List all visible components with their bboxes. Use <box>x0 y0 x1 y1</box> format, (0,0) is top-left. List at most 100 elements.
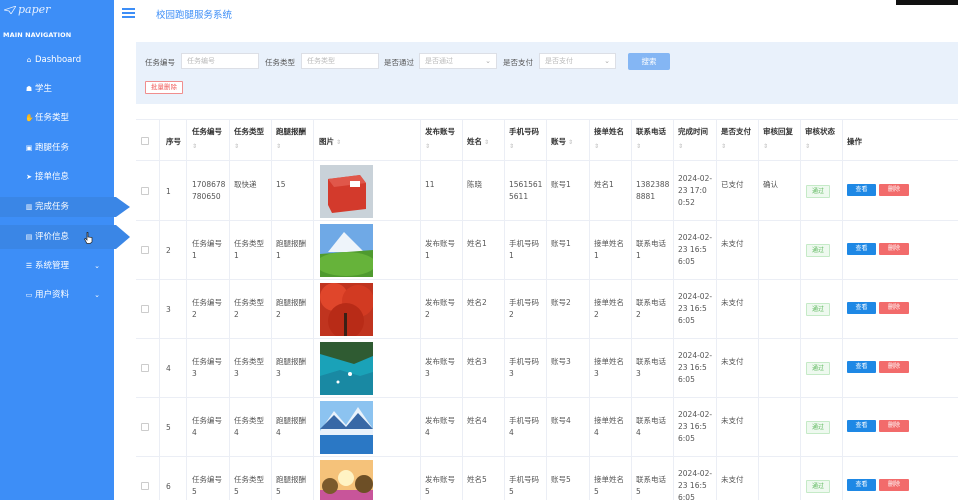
header-paid[interactable]: 是否支付 ⇕ <box>721 126 751 150</box>
sort-icon[interactable]: ⇕ <box>721 143 751 150</box>
view-button[interactable]: 查看 <box>847 479 876 491</box>
cell-name: 陈晓 <box>467 180 482 189</box>
topbar: 校园跑腿服务系统 <box>114 0 958 32</box>
sort-icon[interactable]: ⇕ <box>594 143 624 150</box>
header-finish-time[interactable]: 完成时间 ⇕ <box>678 126 708 150</box>
sidebar-item-system[interactable]: ☰ 系统管理 ⌄ <box>0 256 114 276</box>
table-header: 序号 任务编号 ⇕ 任务类型 ⇕ 跑腿报酬 ⇕ 图片 ⇕ 发布账号 ⇕ 姓名 ⇕ 手机号码 ⇕… <box>136 119 958 161</box>
delete-button[interactable]: 删除 <box>879 184 909 196</box>
paid-label: 是否支付 <box>503 58 533 67</box>
row-checkbox[interactable] <box>141 364 149 372</box>
header-name[interactable]: 姓名 ⇕ <box>467 136 489 147</box>
sort-icon[interactable]: ⇕ <box>568 139 573 146</box>
cell-receiver-name: 姓名1 <box>594 180 614 189</box>
view-button[interactable]: 查看 <box>847 361 876 373</box>
view-button[interactable]: 查看 <box>847 302 876 314</box>
sort-icon[interactable]: ⇕ <box>678 143 708 150</box>
mountain-image[interactable] <box>320 224 373 277</box>
cell-task-no: 任务编号4 <box>192 416 222 437</box>
header-phone[interactable]: 手机号码 ⇕ <box>509 126 539 150</box>
approved-select[interactable]: 是否通过 ⌄ <box>419 53 497 69</box>
delete-button[interactable]: 删除 <box>879 243 909 255</box>
sort-icon[interactable]: ⇕ <box>763 143 793 150</box>
app-logo[interactable]: paper <box>4 3 50 16</box>
sort-icon[interactable]: ⇕ <box>336 139 341 146</box>
row-checkbox[interactable] <box>141 423 149 431</box>
sidebar-item-profile[interactable]: ▭ 用户资料 ⌄ <box>0 285 114 305</box>
select-all-checkbox[interactable] <box>141 137 149 145</box>
cell-task-no: 任务编号1 <box>192 239 222 260</box>
menu-toggle-icon[interactable] <box>122 8 135 18</box>
header-image[interactable]: 图片 ⇕ <box>319 136 341 147</box>
row-checkbox[interactable] <box>141 246 149 254</box>
table-row: 1 1708678780650 取快递 15 11 陈晓 15615615611 账号1 姓名1… <box>136 162 958 221</box>
header-label: 手机号码 <box>509 127 539 136</box>
sidebar-item-dashboard[interactable]: ⌂ Dashboard <box>0 50 114 70</box>
delete-button[interactable]: 删除 <box>879 479 909 491</box>
sort-icon[interactable]: ⇕ <box>192 143 222 150</box>
header-label: 审核回复 <box>763 127 793 136</box>
cell-name: 姓名2 <box>467 298 487 307</box>
view-button[interactable]: 查看 <box>847 184 876 196</box>
row-checkbox[interactable] <box>141 187 149 195</box>
lake-image[interactable] <box>320 401 373 454</box>
header-contact-phone[interactable]: 联系电话 ⇕ <box>636 126 666 150</box>
row-checkbox[interactable] <box>141 305 149 313</box>
header-reward[interactable]: 跑腿报酬 ⇕ <box>276 126 306 150</box>
settings-icon: ☰ <box>25 262 33 270</box>
sort-icon[interactable]: ⇕ <box>636 143 666 150</box>
header-task-type[interactable]: 任务类型 ⇕ <box>234 126 264 150</box>
sidebar-item-reviews[interactable]: ▤ 评价信息 <box>0 225 130 249</box>
sidebar-item-label: 学生 <box>35 84 53 94</box>
task-no-input[interactable]: 任务编号 <box>181 53 259 69</box>
cell-contact-phone: 联系电话3 <box>636 357 666 378</box>
batch-delete-button[interactable]: 批量删除 <box>145 81 183 94</box>
box-image[interactable] <box>320 165 373 218</box>
cell-task-no: 任务编号3 <box>192 357 222 378</box>
view-button[interactable]: 查看 <box>847 243 876 255</box>
header-review-status[interactable]: 审核状态 ⇕ <box>805 126 835 150</box>
header-publisher[interactable]: 发布账号 ⇕ <box>425 126 455 150</box>
sidebar-item-completed[interactable]: ▥ 完成任务 <box>0 197 130 217</box>
cell-account: 账号5 <box>551 475 571 484</box>
search-button[interactable]: 搜索 <box>628 53 670 70</box>
autumn-tree-image[interactable] <box>320 283 373 336</box>
header-label: 姓名 <box>467 137 482 146</box>
sidebar-item-task-types[interactable]: ✋任务类型 <box>0 108 114 128</box>
sidebar-item-orders[interactable]: ➤ 接单信息 <box>0 167 114 187</box>
cell-publisher: 11 <box>425 180 435 189</box>
sidebar-item-students[interactable]: ☗ 学生 <box>0 79 114 99</box>
task-type-input[interactable]: 任务类型 <box>301 53 379 69</box>
sort-icon[interactable]: ⇕ <box>484 139 489 146</box>
header-receiver-name[interactable]: 接单姓名 ⇕ <box>594 126 624 150</box>
sort-icon[interactable]: ⇕ <box>276 143 306 150</box>
sort-icon[interactable]: ⇕ <box>234 143 264 150</box>
paid-select-value: 是否支付 <box>545 57 573 65</box>
header-actions: 操作 <box>847 137 862 146</box>
cell-review-reply: 确认 <box>763 180 778 189</box>
sort-icon[interactable]: ⇕ <box>805 143 835 150</box>
cell-phone: 15615615611 <box>509 180 543 201</box>
paid-select[interactable]: 是否支付 ⌄ <box>539 53 616 69</box>
sort-icon[interactable]: ⇕ <box>425 143 455 150</box>
status-badge: 通过 <box>806 480 830 493</box>
cell-index: 1 <box>166 187 171 196</box>
row-checkbox[interactable] <box>141 482 149 490</box>
cell-contact-phone: 13823888881 <box>636 180 670 201</box>
cell-reward: 跑腿报酬3 <box>276 357 306 378</box>
delete-button[interactable]: 删除 <box>879 361 909 373</box>
sidebar-item-errand-tasks[interactable]: ▣ 跑腿任务 <box>0 138 114 158</box>
delete-button[interactable]: 删除 <box>879 420 909 432</box>
header-label: 接单姓名 <box>594 127 624 136</box>
sunset-field-image[interactable] <box>320 460 373 500</box>
sort-icon[interactable]: ⇕ <box>509 143 539 150</box>
header-label: 联系电话 <box>636 127 666 136</box>
header-task-no[interactable]: 任务编号 ⇕ <box>192 126 222 150</box>
header-account[interactable]: 账号 ⇕ <box>551 136 573 147</box>
header-review-reply[interactable]: 审核回复 ⇕ <box>763 126 793 150</box>
view-button[interactable]: 查看 <box>847 420 876 432</box>
delete-button[interactable]: 删除 <box>879 302 909 314</box>
sidebar-item-label: Dashboard <box>35 55 82 65</box>
cell-paid: 已支付 <box>721 180 744 189</box>
bay-image[interactable] <box>320 342 373 395</box>
